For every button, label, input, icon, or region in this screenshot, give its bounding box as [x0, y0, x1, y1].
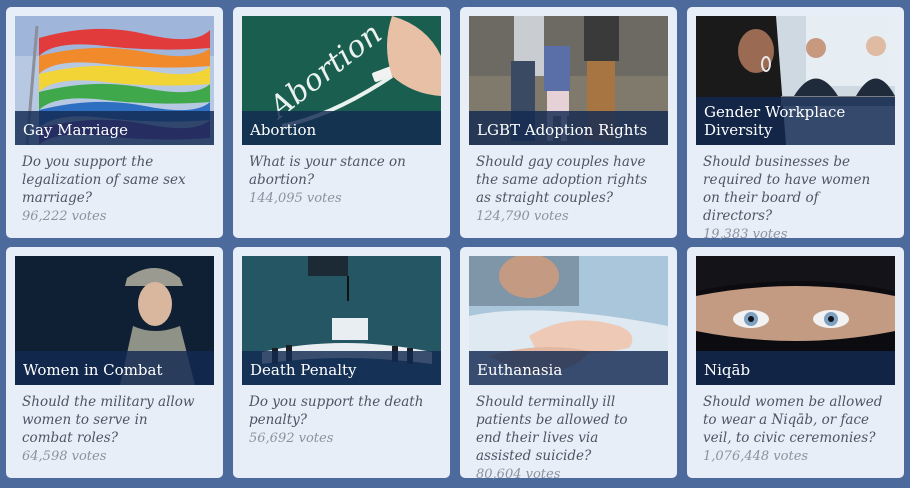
poll-title: Niqāb: [696, 351, 895, 385]
poll-question: Should businesses be required to have wo…: [703, 154, 871, 224]
poll-question: Should the military allow women to serve…: [22, 394, 195, 446]
poll-title: Death Penalty: [242, 351, 441, 385]
poll-card-euthanasia[interactable]: Euthanasia Should terminally ill patient…: [460, 247, 677, 482]
vote-count: 19,383 votes: [703, 227, 788, 242]
vote-count: 1,076,448 votes: [703, 449, 809, 464]
niqab-image: Niqāb: [696, 256, 895, 385]
poll-card-gender-workplace-diversity[interactable]: Gender Workplace Diversity Should busine…: [687, 7, 904, 242]
poll-question: Do you support the death penalty?: [249, 394, 424, 428]
poll-question: Do you support the legalization of same …: [22, 154, 186, 206]
poll-question: Should gay couples have the same adoptio…: [476, 154, 648, 206]
poll-question: Should terminally ill patients be allowe…: [476, 394, 628, 464]
vote-count: 124,790 votes: [476, 209, 569, 224]
poll-card-abortion[interactable]: Abortion Abortion What is your stance on…: [233, 7, 450, 238]
soldier-image: Women in Combat: [15, 256, 214, 385]
poll-grid: Gay Marriage Do you support the legaliza…: [6, 7, 904, 482]
poll-title: Women in Combat: [15, 351, 214, 385]
poll-card-death-penalty[interactable]: Death Penalty Do you support the death p…: [233, 247, 450, 478]
execution-chamber-image: Death Penalty: [242, 256, 441, 385]
vote-count: 96,222 votes: [22, 209, 107, 224]
poll-question: What is your stance on abortion?: [249, 154, 406, 188]
holding-hands-image: Euthanasia: [469, 256, 668, 385]
poll-question: Should women be allowed to wear a Niqāb,…: [703, 394, 883, 446]
poll-card-niqab[interactable]: Niqāb Should women be allowed to wear a …: [687, 247, 904, 478]
poll-card-lgbt-adoption-rights[interactable]: LGBT Adoption Rights Should gay couples …: [460, 7, 677, 238]
rainbow-flag-image: Gay Marriage: [15, 16, 214, 145]
poll-title: Abortion: [242, 111, 441, 145]
vote-count: 64,598 votes: [22, 449, 107, 464]
chalkboard-image: Abortion Abortion: [242, 16, 441, 145]
poll-card-gay-marriage[interactable]: Gay Marriage Do you support the legaliza…: [6, 7, 223, 238]
vote-count: 80,604 votes: [476, 467, 561, 482]
poll-card-women-in-combat[interactable]: Women in Combat Should the military allo…: [6, 247, 223, 478]
boardroom-image: Gender Workplace Diversity: [696, 16, 895, 145]
family-walking-image: LGBT Adoption Rights: [469, 16, 668, 145]
vote-count: 56,692 votes: [249, 431, 334, 446]
poll-title: LGBT Adoption Rights: [469, 111, 668, 145]
vote-count: 144,095 votes: [249, 191, 342, 206]
poll-title: Gender Workplace Diversity: [696, 97, 895, 145]
poll-title: Euthanasia: [469, 351, 668, 385]
poll-title: Gay Marriage: [15, 111, 214, 145]
